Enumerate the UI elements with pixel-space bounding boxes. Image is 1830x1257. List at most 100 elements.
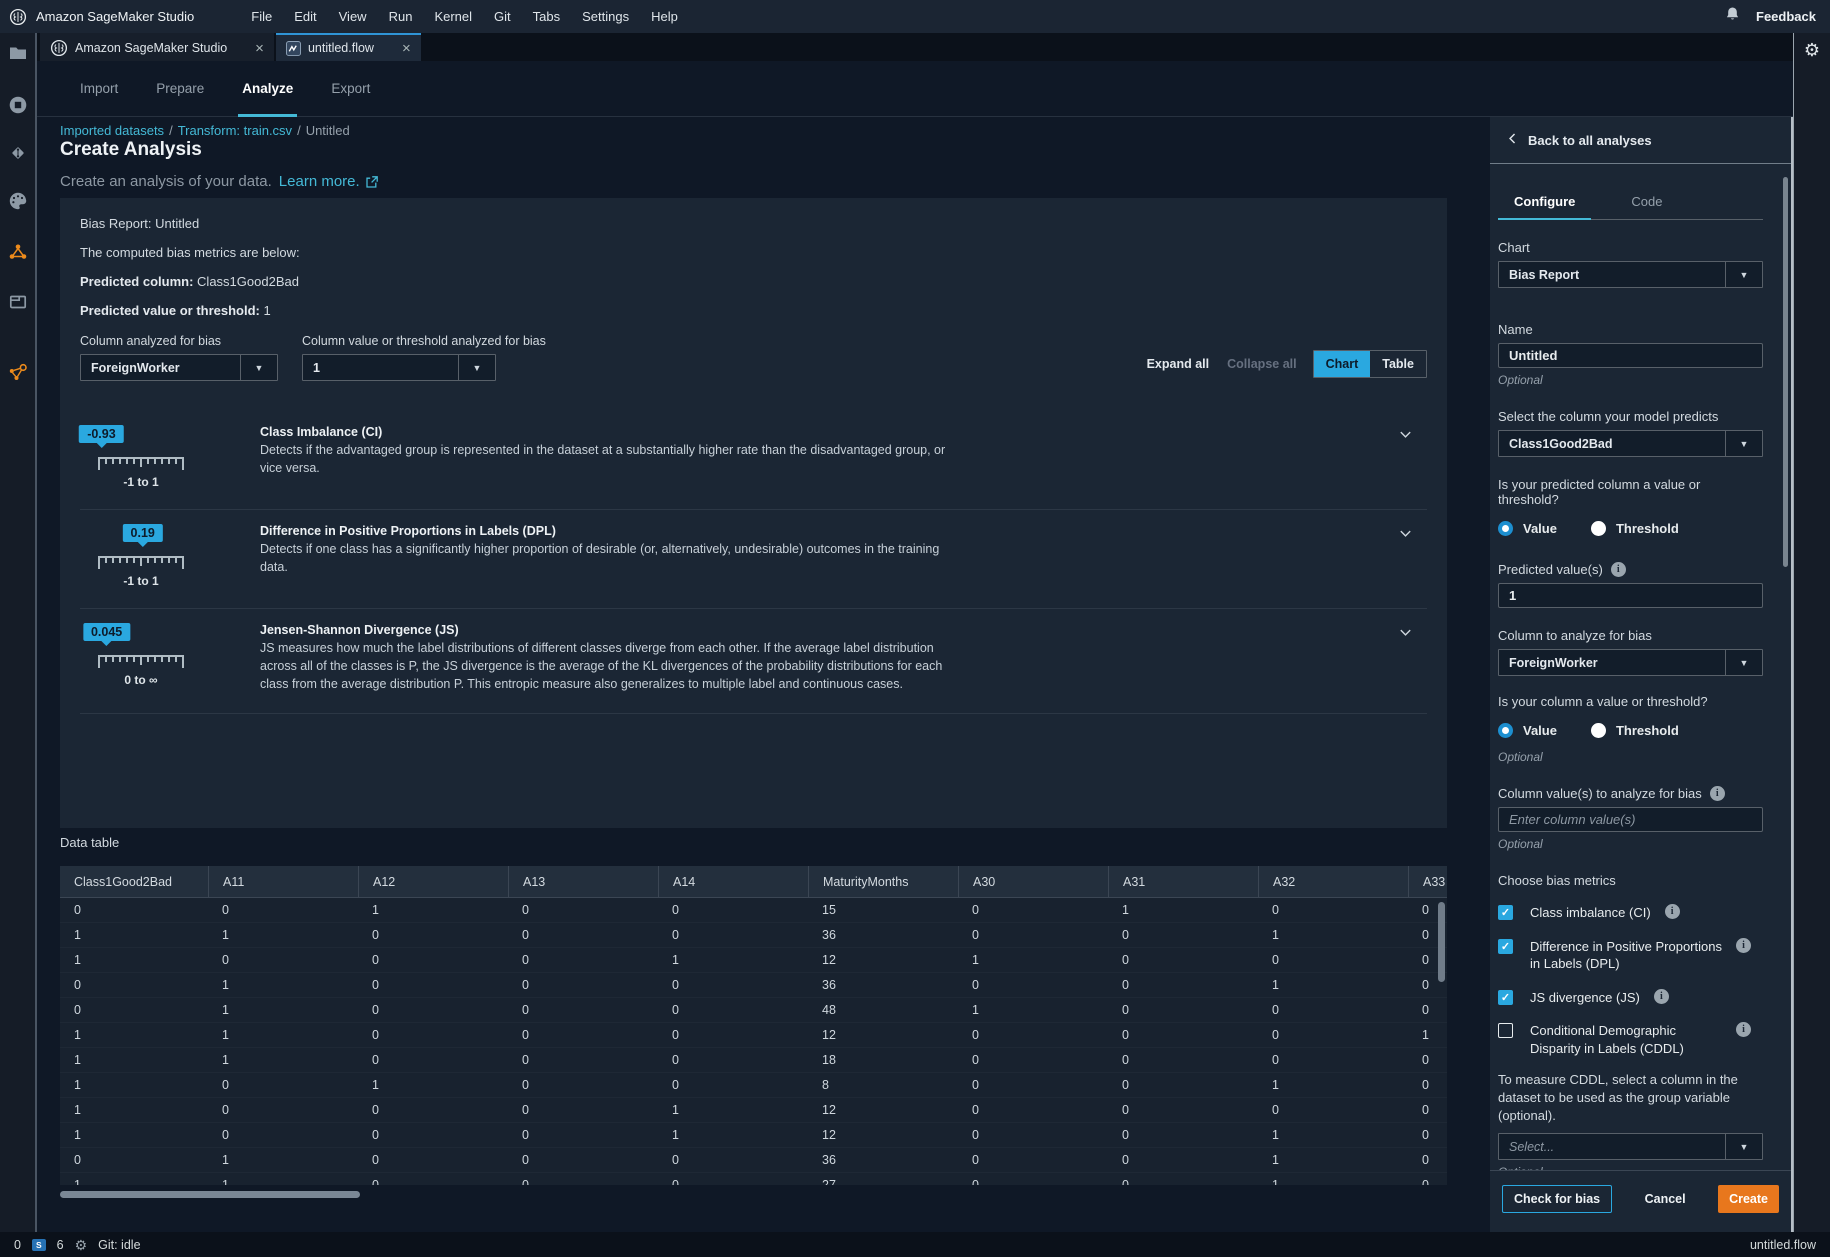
data-wrangler-flow-icon[interactable] xyxy=(7,361,29,383)
menu-settings[interactable]: Settings xyxy=(571,9,640,24)
checkbox-js-divergence-js[interactable]: ✓JS divergence (JS)i xyxy=(1498,989,1763,1007)
column-header-a13[interactable]: A13 xyxy=(508,866,658,897)
analyze-column-select[interactable]: ForeignWorker ▼ xyxy=(1498,649,1763,676)
checkbox-conditional-demographic-disparity-in-labels-cddl[interactable]: Conditional Demographic Disparity in Lab… xyxy=(1498,1022,1763,1057)
commands-palette-icon[interactable] xyxy=(8,191,28,211)
column-header-maturitymonths[interactable]: MaturityMonths xyxy=(808,866,958,897)
notifications-bell-icon[interactable] xyxy=(1725,6,1740,27)
predict-column-select[interactable]: Class1Good2Bad ▼ xyxy=(1498,430,1763,457)
radio-value[interactable]: Value xyxy=(1498,521,1557,536)
column-header-a31[interactable]: A31 xyxy=(1108,866,1258,897)
table-cell: 0 xyxy=(1258,1053,1408,1067)
menu-file[interactable]: File xyxy=(240,9,283,24)
radio-unselected-icon xyxy=(1591,723,1606,738)
flow-workspace: Import Prepare Analyze Export Imported data… xyxy=(37,61,1793,1232)
close-tab-icon[interactable]: × xyxy=(255,41,264,56)
menu-tabs[interactable]: Tabs xyxy=(522,9,571,24)
checkbox-difference-in-positive-proportions-in-labels-dpl[interactable]: ✓Difference in Positive Proportions in L… xyxy=(1498,938,1763,973)
back-to-all-analyses[interactable]: Back to all analyses xyxy=(1490,117,1791,164)
settings-gear-icon[interactable]: ⚙ xyxy=(1804,41,1820,59)
predicted-values-input[interactable]: 1 xyxy=(1498,583,1763,608)
chevron-down-icon[interactable] xyxy=(1398,427,1413,442)
collapse-all-button[interactable]: Collapse all xyxy=(1227,357,1296,371)
bias-column-select[interactable]: ForeignWorker ▼ xyxy=(80,354,278,381)
close-tab-icon[interactable]: × xyxy=(402,41,411,56)
info-icon[interactable]: i xyxy=(1736,1022,1751,1037)
column-header-a32[interactable]: A32 xyxy=(1258,866,1408,897)
file-browser-icon[interactable] xyxy=(8,43,28,63)
info-icon[interactable]: i xyxy=(1611,562,1626,577)
git-icon[interactable] xyxy=(8,143,28,163)
radio-threshold[interactable]: Threshold xyxy=(1591,723,1679,738)
column-header-a30[interactable]: A30 xyxy=(958,866,1108,897)
table-cell: 8 xyxy=(808,1078,958,1092)
column-header-a12[interactable]: A12 xyxy=(358,866,508,897)
bias-column-label: Column analyzed for bias xyxy=(80,334,278,348)
ruler-tick xyxy=(140,558,142,566)
column-header-class1good2bad[interactable]: Class1Good2Bad xyxy=(60,866,208,897)
menu-edit[interactable]: Edit xyxy=(283,9,327,24)
info-icon[interactable]: i xyxy=(1736,938,1751,953)
column-header-a11[interactable]: A11 xyxy=(208,866,358,897)
menu-git[interactable]: Git xyxy=(483,9,522,24)
checkbox-checked-icon[interactable]: ✓ xyxy=(1498,939,1513,954)
tab-configure[interactable]: Configure xyxy=(1498,194,1591,219)
info-icon[interactable]: i xyxy=(1710,786,1725,801)
horizontal-scrollbar[interactable] xyxy=(60,1191,360,1198)
ruler-tick xyxy=(168,657,170,662)
table-cell: 0 xyxy=(958,1128,1108,1142)
tab-code[interactable]: Code xyxy=(1615,194,1678,219)
cancel-button[interactable]: Cancel xyxy=(1645,1192,1686,1206)
predicted-type-radios: Value Threshold xyxy=(1498,521,1763,536)
subtab-import[interactable]: Import xyxy=(76,61,122,116)
tab-amazon-sagemaker-studio[interactable]: Amazon SageMaker Studio× xyxy=(40,33,274,61)
table-cell: 1 xyxy=(208,1028,358,1042)
view-table[interactable]: Table xyxy=(1370,351,1426,377)
feedback-link[interactable]: Feedback xyxy=(1756,9,1816,24)
chevron-down-icon[interactable] xyxy=(1398,526,1413,541)
chevron-down-icon[interactable] xyxy=(1398,625,1413,640)
check-for-bias-button[interactable]: Check for bias xyxy=(1502,1185,1612,1213)
column-header-a33[interactable]: A33 xyxy=(1408,866,1447,897)
subtab-analyze[interactable]: Analyze xyxy=(238,61,297,116)
checkbox-class-imbalance-ci[interactable]: ✓Class imbalance (CI)i xyxy=(1498,904,1763,922)
metric-ruler-wrap: 0.19 xyxy=(98,524,184,570)
table-cell: 0 xyxy=(508,1128,658,1142)
menu-help[interactable]: Help xyxy=(640,9,689,24)
view-chart[interactable]: Chart xyxy=(1314,351,1371,377)
learn-more-link[interactable]: Learn more. xyxy=(279,173,360,190)
breadcrumb-imported-datasets[interactable]: Imported datasets xyxy=(60,123,164,138)
tab-untitled-flow[interactable]: untitled.flow× xyxy=(276,33,421,61)
menu-run[interactable]: Run xyxy=(378,9,424,24)
radio-value[interactable]: Value xyxy=(1498,723,1557,738)
radio-threshold[interactable]: Threshold xyxy=(1591,521,1679,536)
chart-type-select[interactable]: Bias Report ▼ xyxy=(1498,261,1763,288)
column-values-input[interactable]: Enter column value(s) xyxy=(1498,807,1763,832)
checkbox-unchecked-icon[interactable] xyxy=(1498,1023,1513,1038)
cddl-note: To measure CDDL, select a column in the … xyxy=(1498,1071,1763,1125)
subtab-export[interactable]: Export xyxy=(327,61,374,116)
metric-title: Class Imbalance (CI) xyxy=(260,425,960,439)
group-variable-select[interactable]: Select... ▼ xyxy=(1498,1133,1763,1160)
bias-value-select[interactable]: 1 ▼ xyxy=(302,354,496,381)
running-terminals-icon[interactable] xyxy=(8,95,28,115)
checkbox-checked-icon[interactable]: ✓ xyxy=(1498,990,1513,1005)
expand-all-button[interactable]: Expand all xyxy=(1147,357,1210,371)
menu-view[interactable]: View xyxy=(328,9,378,24)
info-icon[interactable]: i xyxy=(1654,989,1669,1004)
info-icon[interactable]: i xyxy=(1665,904,1680,919)
status-gear-icon[interactable]: ⚙ xyxy=(75,1238,88,1252)
radio-value-label: Value xyxy=(1523,521,1557,536)
menu-kernel[interactable]: Kernel xyxy=(423,9,483,24)
vertical-scrollbar[interactable] xyxy=(1438,902,1445,982)
sagemaker-resources-icon[interactable] xyxy=(7,241,29,263)
create-button[interactable]: Create xyxy=(1718,1185,1779,1213)
name-input[interactable]: Untitled xyxy=(1498,343,1763,368)
subtab-prepare[interactable]: Prepare xyxy=(152,61,208,116)
checkbox-checked-icon[interactable]: ✓ xyxy=(1498,905,1513,920)
breadcrumb-transform-train-csv[interactable]: Transform: train.csv xyxy=(178,123,292,138)
kernel-count: 6 xyxy=(57,1238,64,1252)
metric-text: Class Imbalance (CI)Detects if the advan… xyxy=(260,425,960,489)
open-tabs-icon[interactable] xyxy=(8,292,28,312)
column-header-a14[interactable]: A14 xyxy=(658,866,808,897)
